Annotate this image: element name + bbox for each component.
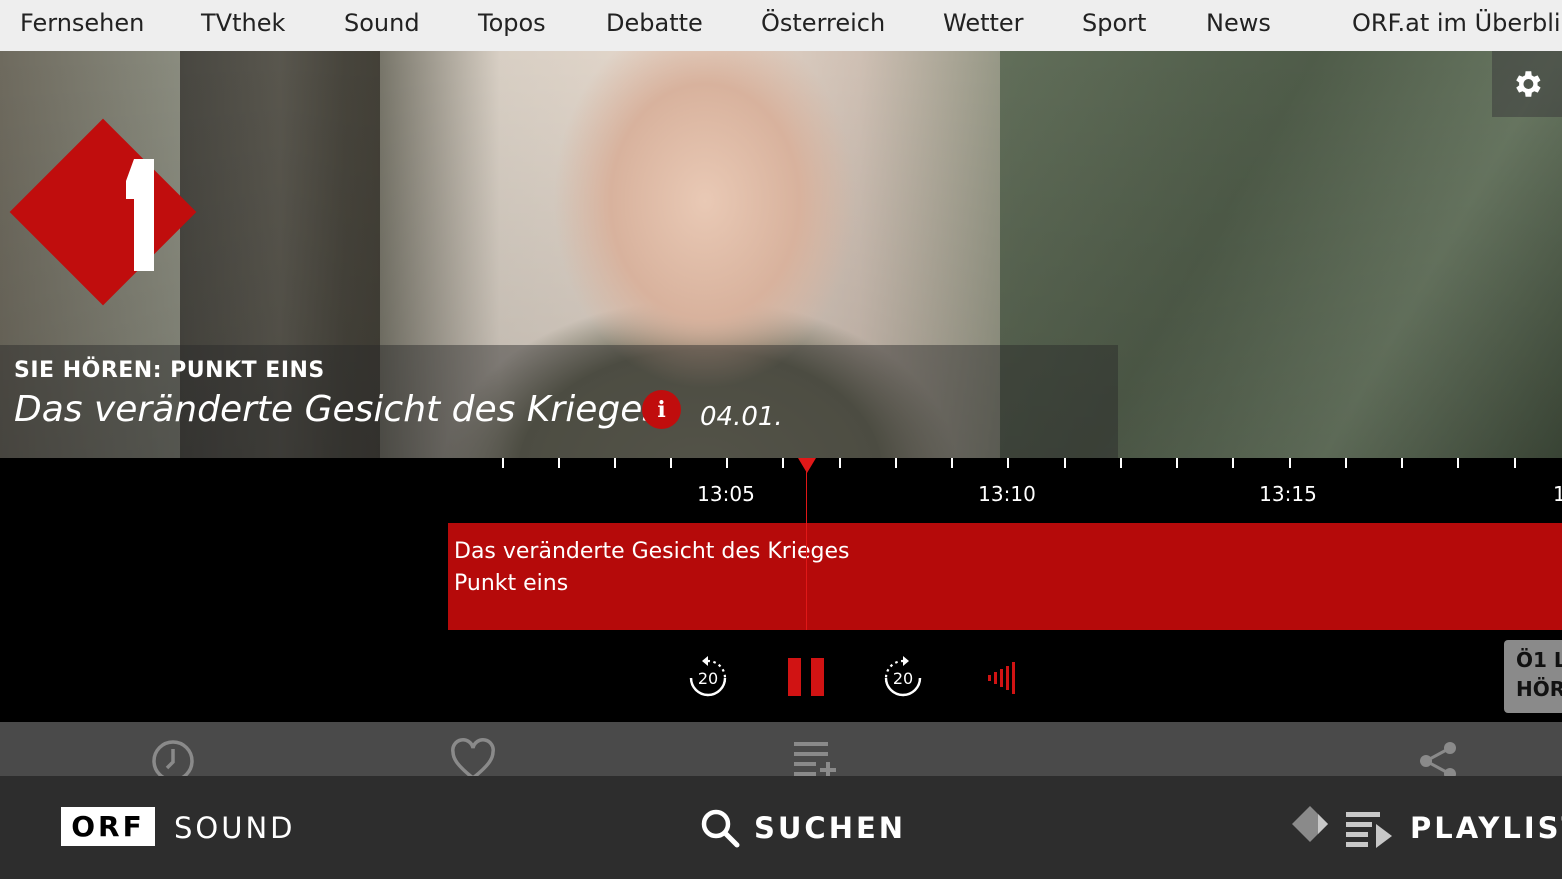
pause-button[interactable] (778, 650, 834, 704)
gear-icon (1516, 71, 1541, 97)
pause-icon (788, 658, 824, 696)
timeline[interactable]: 13:05 13:10 13:15 13 Das veränderte Gesi… (0, 458, 1562, 722)
nav-item-fernsehen[interactable]: Fernsehen (20, 9, 144, 37)
rewind-20-button[interactable]: 20 (680, 650, 736, 704)
now-playing-date: 04.01. (700, 402, 783, 432)
hero-image: SIE HÖREN: PUNKT EINS Das veränderte Ges… (0, 51, 1562, 458)
nav-item-topos[interactable]: Topos (478, 9, 546, 37)
nav-item-debatte[interactable]: Debatte (606, 9, 703, 37)
live-listen-badge[interactable]: Ö1 L HÖR (1504, 640, 1562, 713)
live-badge-line2: HÖR (1516, 677, 1562, 701)
playhead-line (806, 458, 807, 630)
now-playing-panel: SIE HÖREN: PUNKT EINS Das veränderte Ges… (0, 345, 1118, 458)
settings-button[interactable] (1492, 51, 1562, 117)
oe1-logo-mark-icon (126, 159, 154, 271)
nav-item-oesterreich[interactable]: Österreich (761, 9, 885, 37)
info-button[interactable]: i (642, 390, 681, 429)
playhead-marker-icon[interactable] (798, 458, 816, 473)
forward-20-button[interactable]: 20 (875, 650, 931, 704)
bottom-bar: ORF SOUND SUCHEN PLAYLIST (0, 776, 1562, 879)
time-label: 13:05 (697, 482, 755, 506)
action-bar (0, 722, 1562, 776)
search-icon (701, 809, 740, 848)
heart-icon[interactable] (450, 738, 496, 776)
time-label: 13 (1553, 482, 1562, 506)
volume-bars-icon (988, 662, 1015, 694)
volume-button[interactable] (973, 650, 1029, 704)
live-badge-line1: Ö1 L (1516, 648, 1562, 672)
playlist-add-icon[interactable] (792, 738, 838, 776)
nav-item-tvthek[interactable]: TVthek (201, 9, 285, 37)
share-icon[interactable] (1416, 738, 1462, 776)
nav-item-orf-overview[interactable]: ORF.at im Überbli (1352, 9, 1561, 37)
program-show-name: Punkt eins (454, 571, 569, 596)
now-playing-title: Das veränderte Gesicht des Krieges (14, 389, 662, 430)
top-navigation: Fernsehen TVthek Sound Topos Debatte Öst… (0, 0, 1562, 51)
time-label: 13:15 (1259, 482, 1317, 506)
orf-logo[interactable]: ORF (61, 807, 155, 846)
program-block[interactable]: Das veränderte Gesicht des Krieges Punkt… (448, 523, 1562, 630)
program-title: Das veränderte Gesicht des Krieges (454, 539, 850, 564)
playlist-icon (1292, 806, 1392, 848)
timeline-ticks (502, 458, 1516, 468)
rewind-icon: 20 (689, 656, 727, 697)
nav-item-sound[interactable]: Sound (344, 9, 420, 37)
history-icon[interactable] (150, 738, 196, 776)
forward-icon: 20 (884, 656, 922, 697)
search-button[interactable]: SUCHEN (700, 806, 906, 850)
forward-seconds-label: 20 (893, 669, 913, 688)
now-playing-label: SIE HÖREN: PUNKT EINS (14, 358, 325, 383)
nav-item-news[interactable]: News (1206, 9, 1271, 37)
playlist-label: PLAYLIST (1410, 811, 1562, 845)
time-label: 13:10 (978, 482, 1036, 506)
playlist-button[interactable]: PLAYLIST (1288, 804, 1562, 852)
nav-item-sport[interactable]: Sport (1082, 9, 1146, 37)
rewind-seconds-label: 20 (698, 669, 718, 688)
nav-item-wetter[interactable]: Wetter (943, 9, 1024, 37)
brand-sound-label[interactable]: SOUND (174, 811, 295, 845)
search-label: SUCHEN (754, 811, 907, 845)
